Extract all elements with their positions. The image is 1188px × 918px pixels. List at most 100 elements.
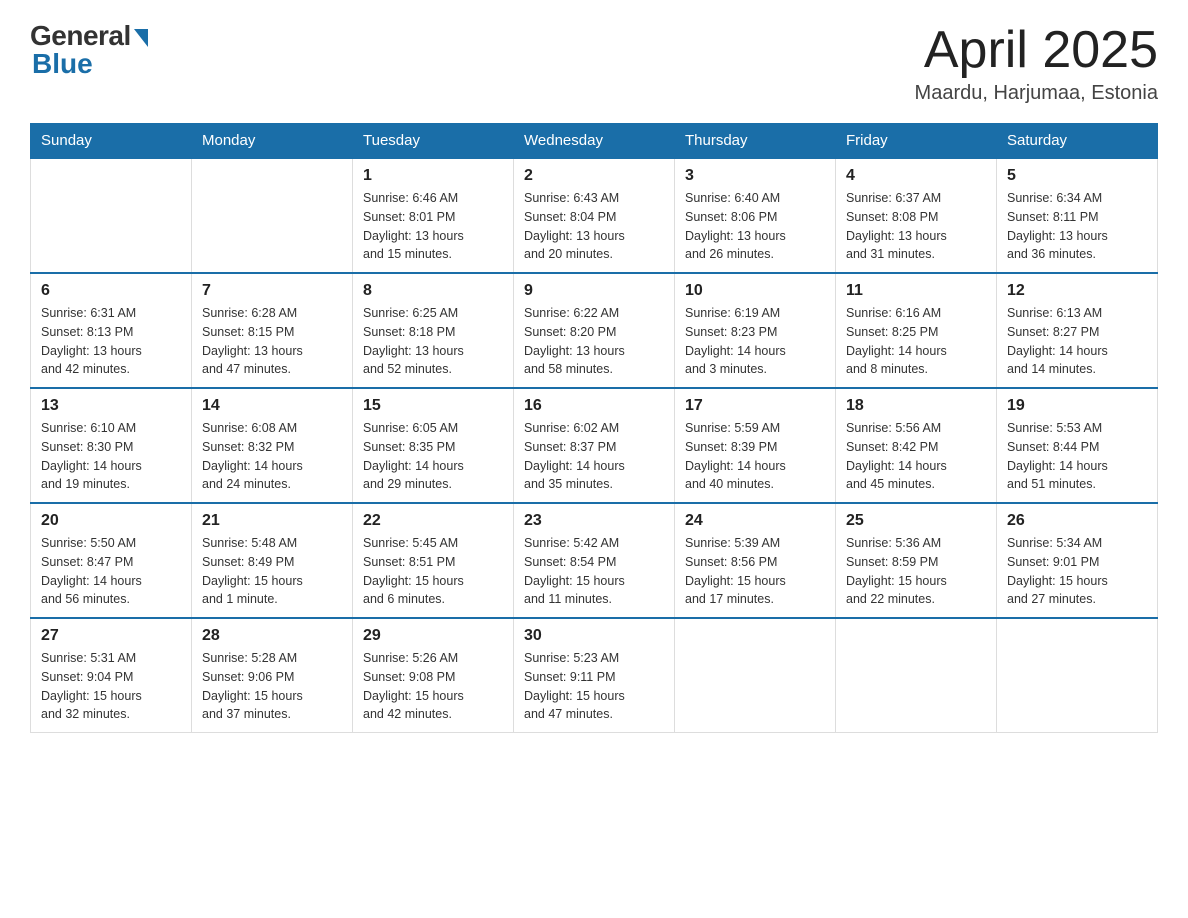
calendar-cell: 15 Sunrise: 6:05 AM Sunset: 8:35 PM Dayli…	[353, 388, 514, 503]
day-number: 24	[685, 512, 825, 530]
calendar-header-row: SundayMondayTuesdayWednesdayThursdayFrid…	[31, 124, 1158, 159]
day-number: 13	[41, 397, 181, 415]
logo-blue-text: Blue	[32, 48, 93, 80]
calendar-cell: 17 Sunrise: 5:59 AM Sunset: 8:39 PM Dayli…	[675, 388, 836, 503]
day-number: 30	[524, 627, 664, 645]
location: Maardu, Harjumaa, Estonia	[915, 82, 1158, 105]
calendar-cell: 19Sunrise: 5:53 AM Sunset: 8:44 PM Dayli…	[997, 388, 1158, 503]
day-info: Sunrise: 6:13 AM Sunset: 8:27 PM Dayligh…	[1007, 304, 1147, 379]
col-header-saturday: Saturday	[997, 124, 1158, 159]
day-number: 28	[202, 627, 342, 645]
calendar-cell	[997, 618, 1158, 733]
day-info: Sunrise: 5:26 AM Sunset: 9:08 PM Dayligh…	[363, 649, 503, 724]
logo-arrow-icon	[134, 29, 148, 47]
day-info: Sunrise: 5:59 AM Sunset: 8:39 PM Dayligh…	[685, 419, 825, 494]
day-number: 5	[1007, 167, 1147, 185]
logo: General Blue	[30, 20, 148, 80]
day-number: 23	[524, 512, 664, 530]
calendar-cell: 25Sunrise: 5:36 AM Sunset: 8:59 PM Dayli…	[836, 503, 997, 618]
calendar-cell: 24 Sunrise: 5:39 AM Sunset: 8:56 PM Dayli…	[675, 503, 836, 618]
col-header-monday: Monday	[192, 124, 353, 159]
calendar-cell: 27Sunrise: 5:31 AM Sunset: 9:04 PM Dayli…	[31, 618, 192, 733]
day-info: Sunrise: 5:42 AM Sunset: 8:54 PM Dayligh…	[524, 534, 664, 609]
day-info: Sunrise: 5:48 AM Sunset: 8:49 PM Dayligh…	[202, 534, 342, 609]
calendar-cell: 13 Sunrise: 6:10 AM Sunset: 8:30 PM Dayli…	[31, 388, 192, 503]
calendar-cell: 26Sunrise: 5:34 AM Sunset: 9:01 PM Dayli…	[997, 503, 1158, 618]
day-info: Sunrise: 5:23 AM Sunset: 9:11 PM Dayligh…	[524, 649, 664, 724]
day-info: Sunrise: 6:40 AM Sunset: 8:06 PM Dayligh…	[685, 189, 825, 264]
calendar-cell: 3 Sunrise: 6:40 AM Sunset: 8:06 PM Daylig…	[675, 158, 836, 273]
day-number: 2	[524, 167, 664, 185]
day-number: 12	[1007, 282, 1147, 300]
day-number: 16	[524, 397, 664, 415]
day-info: Sunrise: 6:22 AM Sunset: 8:20 PM Dayligh…	[524, 304, 664, 379]
day-info: Sunrise: 6:28 AM Sunset: 8:15 PM Dayligh…	[202, 304, 342, 379]
day-info: Sunrise: 6:19 AM Sunset: 8:23 PM Dayligh…	[685, 304, 825, 379]
col-header-friday: Friday	[836, 124, 997, 159]
day-info: Sunrise: 6:25 AM Sunset: 8:18 PM Dayligh…	[363, 304, 503, 379]
calendar-cell	[192, 158, 353, 273]
day-info: Sunrise: 6:05 AM Sunset: 8:35 PM Dayligh…	[363, 419, 503, 494]
day-number: 1	[363, 167, 503, 185]
calendar-cell: 6 Sunrise: 6:31 AM Sunset: 8:13 PM Daylig…	[31, 273, 192, 388]
day-info: Sunrise: 6:08 AM Sunset: 8:32 PM Dayligh…	[202, 419, 342, 494]
calendar-cell: 7 Sunrise: 6:28 AM Sunset: 8:15 PM Daylig…	[192, 273, 353, 388]
calendar-cell	[31, 158, 192, 273]
calendar-cell: 14Sunrise: 6:08 AM Sunset: 8:32 PM Dayli…	[192, 388, 353, 503]
calendar-cell: 5 Sunrise: 6:34 AM Sunset: 8:11 PM Daylig…	[997, 158, 1158, 273]
day-info: Sunrise: 6:31 AM Sunset: 8:13 PM Dayligh…	[41, 304, 181, 379]
calendar-cell: 21Sunrise: 5:48 AM Sunset: 8:49 PM Dayli…	[192, 503, 353, 618]
calendar-cell: 1 Sunrise: 6:46 AM Sunset: 8:01 PM Daylig…	[353, 158, 514, 273]
calendar-cell: 28 Sunrise: 5:28 AM Sunset: 9:06 PM Dayli…	[192, 618, 353, 733]
col-header-sunday: Sunday	[31, 124, 192, 159]
calendar-cell: 22 Sunrise: 5:45 AM Sunset: 8:51 PM Dayli…	[353, 503, 514, 618]
day-number: 11	[846, 282, 986, 300]
day-info: Sunrise: 5:39 AM Sunset: 8:56 PM Dayligh…	[685, 534, 825, 609]
calendar-cell: 18Sunrise: 5:56 AM Sunset: 8:42 PM Dayli…	[836, 388, 997, 503]
day-number: 10	[685, 282, 825, 300]
calendar-cell: 8 Sunrise: 6:25 AM Sunset: 8:18 PM Daylig…	[353, 273, 514, 388]
day-info: Sunrise: 5:45 AM Sunset: 8:51 PM Dayligh…	[363, 534, 503, 609]
day-info: Sunrise: 6:10 AM Sunset: 8:30 PM Dayligh…	[41, 419, 181, 494]
col-header-wednesday: Wednesday	[514, 124, 675, 159]
day-number: 4	[846, 167, 986, 185]
day-info: Sunrise: 5:31 AM Sunset: 9:04 PM Dayligh…	[41, 649, 181, 724]
day-number: 9	[524, 282, 664, 300]
day-number: 22	[363, 512, 503, 530]
page-header: General Blue April 2025 Maardu, Harjumaa…	[30, 20, 1158, 105]
day-number: 7	[202, 282, 342, 300]
calendar-cell: 23 Sunrise: 5:42 AM Sunset: 8:54 PM Dayli…	[514, 503, 675, 618]
day-info: Sunrise: 6:43 AM Sunset: 8:04 PM Dayligh…	[524, 189, 664, 264]
day-number: 29	[363, 627, 503, 645]
day-number: 6	[41, 282, 181, 300]
day-number: 25	[846, 512, 986, 530]
month-title: April 2025	[915, 20, 1158, 80]
calendar-cell: 10 Sunrise: 6:19 AM Sunset: 8:23 PM Dayli…	[675, 273, 836, 388]
day-info: Sunrise: 6:16 AM Sunset: 8:25 PM Dayligh…	[846, 304, 986, 379]
calendar-week-row: 1 Sunrise: 6:46 AM Sunset: 8:01 PM Daylig…	[31, 158, 1158, 273]
day-number: 17	[685, 397, 825, 415]
calendar-cell: 11 Sunrise: 6:16 AM Sunset: 8:25 PM Dayli…	[836, 273, 997, 388]
day-info: Sunrise: 6:34 AM Sunset: 8:11 PM Dayligh…	[1007, 189, 1147, 264]
col-header-thursday: Thursday	[675, 124, 836, 159]
calendar-cell: 9 Sunrise: 6:22 AM Sunset: 8:20 PM Daylig…	[514, 273, 675, 388]
title-section: April 2025 Maardu, Harjumaa, Estonia	[915, 20, 1158, 105]
day-number: 15	[363, 397, 503, 415]
calendar-week-row: 27Sunrise: 5:31 AM Sunset: 9:04 PM Dayli…	[31, 618, 1158, 733]
day-info: Sunrise: 5:28 AM Sunset: 9:06 PM Dayligh…	[202, 649, 342, 724]
calendar-cell: 29 Sunrise: 5:26 AM Sunset: 9:08 PM Dayli…	[353, 618, 514, 733]
calendar-cell: 2 Sunrise: 6:43 AM Sunset: 8:04 PM Daylig…	[514, 158, 675, 273]
col-header-tuesday: Tuesday	[353, 124, 514, 159]
calendar-cell	[675, 618, 836, 733]
calendar-cell: 4 Sunrise: 6:37 AM Sunset: 8:08 PM Daylig…	[836, 158, 997, 273]
day-info: Sunrise: 5:53 AM Sunset: 8:44 PM Dayligh…	[1007, 419, 1147, 494]
day-number: 8	[363, 282, 503, 300]
day-info: Sunrise: 6:46 AM Sunset: 8:01 PM Dayligh…	[363, 189, 503, 264]
calendar-week-row: 20Sunrise: 5:50 AM Sunset: 8:47 PM Dayli…	[31, 503, 1158, 618]
calendar-week-row: 13 Sunrise: 6:10 AM Sunset: 8:30 PM Dayli…	[31, 388, 1158, 503]
day-number: 20	[41, 512, 181, 530]
calendar-cell: 20Sunrise: 5:50 AM Sunset: 8:47 PM Dayli…	[31, 503, 192, 618]
day-number: 3	[685, 167, 825, 185]
day-info: Sunrise: 6:37 AM Sunset: 8:08 PM Dayligh…	[846, 189, 986, 264]
day-info: Sunrise: 6:02 AM Sunset: 8:37 PM Dayligh…	[524, 419, 664, 494]
